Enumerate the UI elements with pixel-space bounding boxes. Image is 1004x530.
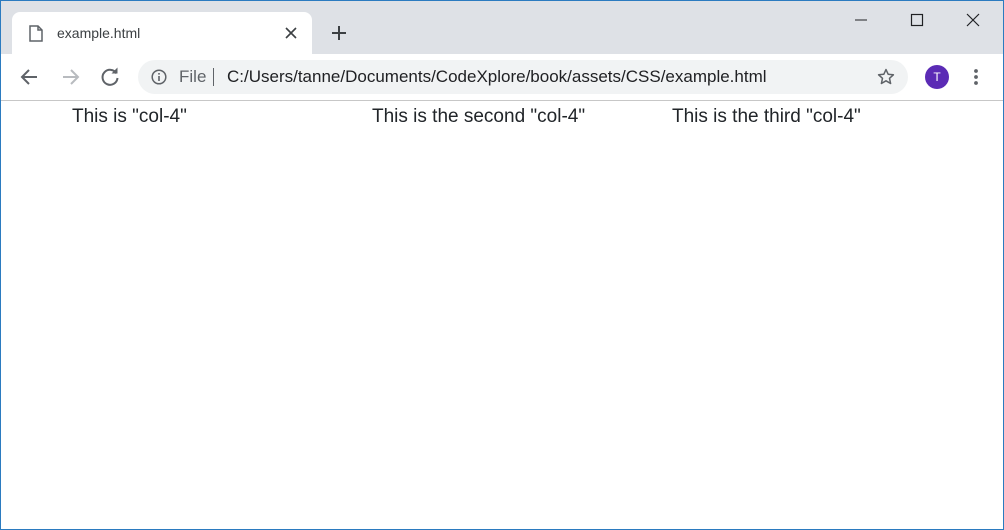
page-content: This is "col-4" This is the second "col-… xyxy=(1,101,1003,529)
new-tab-button[interactable] xyxy=(327,21,351,45)
browser-toolbar: File C:/Users/tanne/Documents/CodeXplore… xyxy=(1,54,1003,101)
address-bar[interactable]: File C:/Users/tanne/Documents/CodeXplore… xyxy=(138,60,908,94)
row: This is "col-4" This is the second "col-… xyxy=(72,106,972,130)
info-icon[interactable] xyxy=(151,69,167,85)
close-window-button[interactable] xyxy=(946,1,1002,39)
browser-window: example.html File C:/Users/tanne/Documen… xyxy=(0,0,1004,530)
arrow-left-icon[interactable] xyxy=(17,64,43,90)
col-4-third: This is the third "col-4" xyxy=(672,106,861,127)
col-4-first: This is "col-4" xyxy=(72,106,187,127)
more-vert-icon[interactable] xyxy=(965,66,987,88)
col-4-second: This is the second "col-4" xyxy=(372,106,586,127)
file-icon xyxy=(29,25,43,42)
maximize-button[interactable] xyxy=(890,1,946,39)
star-icon[interactable] xyxy=(877,68,895,86)
reload-icon[interactable] xyxy=(97,64,123,90)
scheme-separator xyxy=(213,68,214,86)
scheme-label[interactable]: File xyxy=(179,68,206,86)
avatar[interactable]: T xyxy=(925,65,949,89)
close-tab-icon[interactable] xyxy=(283,25,299,41)
minimize-button[interactable] xyxy=(834,1,890,39)
tab-title: example.html xyxy=(57,25,141,41)
tab-strip: example.html xyxy=(1,1,1003,54)
tab-example[interactable]: example.html xyxy=(12,12,312,54)
arrow-right-icon[interactable] xyxy=(57,64,83,90)
url-text[interactable]: C:/Users/tanne/Documents/CodeXplore/book… xyxy=(227,67,767,87)
